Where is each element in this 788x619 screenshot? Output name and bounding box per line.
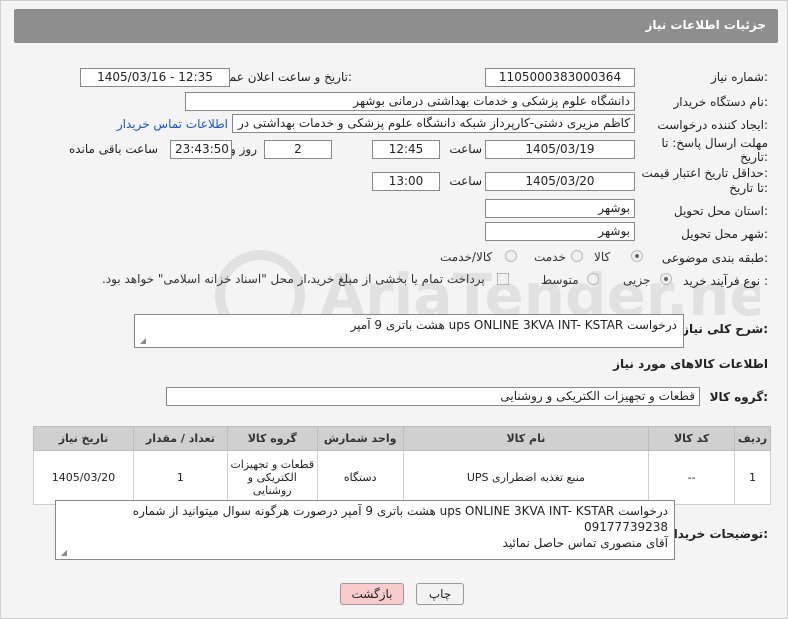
- price-validity-date-field: 1405/03/20: [485, 172, 635, 191]
- category-both-label: کالا/خدمت: [440, 250, 493, 264]
- cell-group: قطعات و تجهیزات الکتریکی و روشنایی: [226, 450, 318, 505]
- price-validity-label-2: تا تاریخ:: [729, 181, 768, 195]
- remaining-label: ساعت باقی مانده: [68, 142, 158, 156]
- cell-unit: دستگاه: [316, 450, 404, 505]
- announce-field: 1405/03/16 - 12:35: [80, 68, 230, 87]
- col-header-qty: تعداد / مقدار: [132, 426, 228, 451]
- col-header-unit: واحد شمارش: [316, 426, 404, 451]
- deadline-date-field: 1405/03/19: [485, 140, 635, 159]
- remaining-time-field: 23:43:50: [170, 140, 232, 159]
- process-medium-radio[interactable]: [587, 273, 599, 285]
- buyer-contact-link[interactable]: اطلاعات تماس خریدار: [117, 117, 228, 131]
- creator-field: کاظم مزیری دشتی-کارپرداز شبکه دانشگاه عل…: [232, 114, 635, 133]
- creator-label: ایجاد کننده درخواست:: [657, 118, 768, 132]
- days-field: 2: [264, 140, 332, 159]
- table-row: 1 -- منبع تغذیه اضطراری UPS دستگاه قطعات…: [33, 450, 771, 505]
- print-button[interactable]: چاپ: [416, 583, 464, 605]
- province-field: بوشهر: [485, 199, 635, 218]
- process-label: نوع فرآیند خرید :: [683, 274, 768, 288]
- city-label: شهر محل تحویل:: [681, 227, 768, 241]
- category-both-radio[interactable]: [505, 250, 517, 262]
- buyer-notes-textarea[interactable]: درخواست ups ONLINE 3KVA INT- KSTAR هشت ب…: [55, 500, 675, 560]
- cell-name: منبع تغذیه اضطراری UPS: [402, 450, 650, 505]
- treasury-payment-text: پرداخت تمام یا بخشی از مبلغ خرید،از محل …: [102, 272, 485, 286]
- table-header-row: ردیف کد کالا نام کالا واحد شمارش گروه کا…: [33, 426, 771, 451]
- treasury-payment-checkbox[interactable]: [497, 273, 509, 285]
- cell-code: --: [648, 450, 736, 505]
- category-label: طبقه بندی موضوعی:: [661, 251, 768, 265]
- description-textarea[interactable]: درخواست ups ONLINE 3KVA INT- KSTAR هشت ب…: [134, 314, 684, 348]
- cell-row: 1: [734, 450, 771, 505]
- buyer-notes-line-1: درخواست ups ONLINE 3KVA INT- KSTAR هشت ب…: [132, 504, 668, 534]
- deadline-label-2: تاریخ:: [740, 150, 768, 164]
- goods-info-title: اطلاعات کالاهای مورد نیاز: [613, 357, 768, 371]
- category-service-label: خدمت: [534, 250, 566, 264]
- deadline-label: مهلت ارسال پاسخ: تا: [661, 136, 768, 150]
- need-number-label: شماره نیاز:: [710, 70, 768, 84]
- goods-group-field: قطعات و تجهیزات الکتریکی و روشنایی: [166, 387, 700, 406]
- page-header: جزئیات اطلاعات نیاز: [14, 9, 778, 43]
- province-label: استان محل تحویل:: [673, 204, 768, 218]
- back-button[interactable]: بازگشت: [340, 583, 404, 605]
- col-header-code: کد کالا: [648, 426, 736, 451]
- cell-date: 1405/03/20: [33, 450, 134, 505]
- col-header-name: نام کالا: [402, 426, 650, 451]
- col-header-group: گروه کالا: [226, 426, 318, 451]
- category-goods-label: کالا: [594, 250, 611, 264]
- col-header-row: ردیف: [734, 426, 771, 451]
- category-service-radio[interactable]: [571, 250, 583, 262]
- buyer-label: نام دستگاه خریدار:: [673, 95, 769, 109]
- category-goods-radio[interactable]: [631, 250, 643, 262]
- days-label: روز و: [230, 142, 257, 156]
- cell-qty: 1: [132, 450, 228, 505]
- buyer-notes-line-2: آقای منصوری تماس حاصل نمائید: [502, 536, 668, 550]
- price-time-label: ساعت: [449, 174, 482, 188]
- price-validity-time-field: 13:00: [372, 172, 440, 191]
- deadline-time-label: ساعت: [449, 142, 482, 156]
- deadline-time-field: 12:45: [372, 140, 440, 159]
- description-label: شرح کلی نیاز:: [682, 322, 768, 336]
- need-number-field: 1105000383000364: [485, 68, 635, 87]
- resize-grip-icon[interactable]: ◢: [59, 549, 67, 557]
- process-minor-label: جزیی: [623, 273, 651, 287]
- process-medium-label: متوسط: [541, 273, 579, 287]
- page-title: جزئیات اطلاعات نیاز: [645, 18, 766, 32]
- process-minor-radio[interactable]: [660, 273, 672, 285]
- goods-group-label: گروه کالا:: [709, 390, 768, 404]
- description-text: درخواست ups ONLINE 3KVA INT- KSTAR هشت ب…: [350, 318, 677, 332]
- buyer-notes-label: توضیحات خریدار:: [666, 527, 768, 541]
- buyer-field: دانشگاه علوم پزشکی و خدمات بهداشتی درمان…: [185, 92, 635, 111]
- resize-grip-icon[interactable]: ◢: [138, 337, 146, 345]
- items-table: ردیف کد کالا نام کالا واحد شمارش گروه کا…: [33, 426, 771, 505]
- price-validity-label: حداقل تاریخ اعتبار قیمت:: [641, 166, 768, 180]
- col-header-date: تاریخ نیاز: [33, 426, 134, 451]
- city-field: بوشهر: [485, 222, 635, 241]
